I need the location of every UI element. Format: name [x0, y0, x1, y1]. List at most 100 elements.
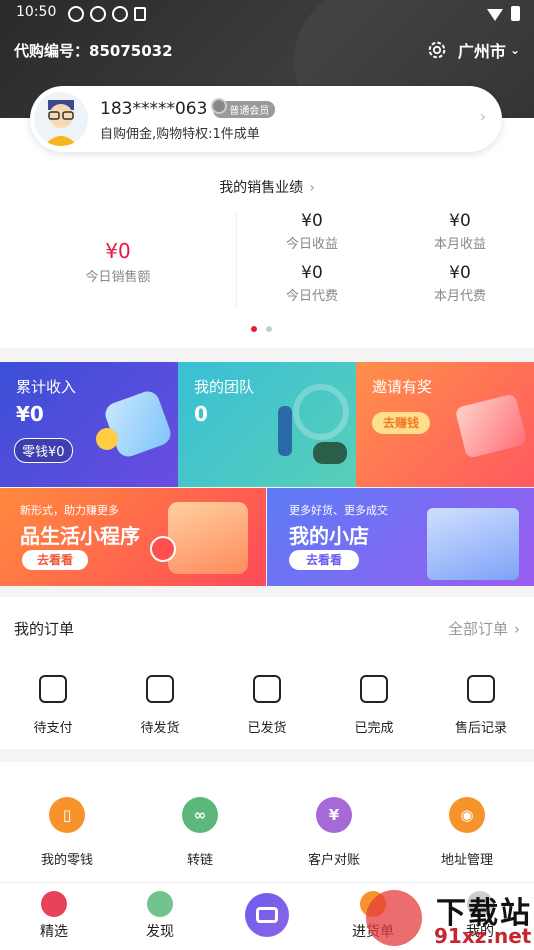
today-sales-label: 今日销售额: [85, 270, 151, 285]
tool-my-balance[interactable]: ▯ 我的零钱: [12, 797, 122, 868]
my-shop-banner[interactable]: 更多好货、更多成交 我的小店 去看看: [267, 488, 534, 586]
diamond-icon: [41, 891, 67, 917]
order-pending-shipment[interactable]: 待发货: [115, 675, 205, 736]
envelope-illustration: [454, 393, 528, 459]
wallet-icon: [39, 675, 67, 703]
order-completed[interactable]: 已完成: [329, 675, 419, 736]
nav-featured[interactable]: 精选: [14, 891, 94, 941]
eye-icon: [147, 891, 173, 917]
order-pending-payment[interactable]: 待支付: [8, 675, 98, 736]
orders-title: 我的订单: [14, 620, 75, 638]
invite-title: 邀请有奖: [372, 378, 433, 396]
status-icons: [68, 6, 152, 22]
status-right-icons: [487, 6, 520, 25]
agent-code-label: 代购编号：: [14, 42, 90, 60]
medal-icon: [211, 97, 228, 114]
shop-title: 我的小店: [289, 524, 369, 548]
tool-convert-link[interactable]: ∞ 转链: [145, 797, 255, 868]
sales-title[interactable]: 我的销售业绩: [219, 180, 303, 196]
order-label[interactable]: 待发货: [140, 721, 179, 736]
stat-value: ¥0: [449, 263, 471, 283]
bill-icon: ¥: [316, 797, 352, 833]
all-orders-link[interactable]: 全部订单 ›: [448, 618, 520, 639]
tool-label[interactable]: 我的零钱: [41, 853, 93, 868]
return-icon: [467, 675, 495, 703]
wallet-illustration: [102, 388, 174, 460]
store-illustration: [427, 508, 519, 580]
chevron-right-icon[interactable]: ›: [480, 107, 486, 126]
notification-icon: [68, 6, 84, 22]
balance-badge[interactable]: 零钱¥0: [14, 438, 73, 463]
watermark-domain: 91xz.net: [434, 924, 532, 948]
all-orders-label[interactable]: 全部订单: [448, 620, 508, 638]
team-tile[interactable]: 我的团队 0: [178, 362, 356, 487]
sales-title-link[interactable]: 我的销售业绩 ›: [0, 177, 534, 197]
watermark-logo: [366, 890, 422, 946]
invite-tile[interactable]: 邀请有奖 去赚钱: [356, 362, 534, 487]
chevron-down-icon: ⌄: [509, 43, 520, 57]
people-illustration: [278, 406, 292, 456]
link-icon: ∞: [182, 797, 218, 833]
order-label[interactable]: 待支付: [33, 721, 72, 736]
order-shipped[interactable]: 已发货: [222, 675, 312, 736]
notification-icon: [112, 6, 128, 22]
stat-value: ¥0: [301, 263, 323, 283]
income-tile[interactable]: 累计收入 ¥0 零钱¥0: [0, 362, 178, 487]
income-value: ¥0: [16, 402, 44, 426]
team-title: 我的团队: [194, 378, 255, 396]
order-label[interactable]: 已完成: [354, 721, 393, 736]
member-level: 普通会员: [229, 105, 270, 117]
nav-label[interactable]: 发现: [146, 924, 174, 940]
income-title: 累计收入: [16, 378, 77, 396]
page-dot-active: [251, 326, 257, 332]
order-after-sales[interactable]: 售后记录: [436, 675, 526, 736]
mini-title: 品生活小程序: [20, 524, 140, 548]
check-icon: [360, 675, 388, 703]
user-desc: 自购佣金,购物特权:1件成单: [100, 127, 260, 142]
city-name[interactable]: 广州市: [458, 38, 506, 62]
link-icon: [150, 536, 176, 562]
mini-sub: 新形式，助力赚更多: [20, 504, 119, 517]
team-value: 0: [194, 402, 208, 426]
wallet-icon: ▯: [49, 797, 85, 833]
stats-divider: [236, 212, 237, 308]
coin-illustration: [96, 428, 118, 450]
tool-label[interactable]: 转链: [187, 853, 213, 868]
user-card[interactable]: 183*****063 普通会员 自购佣金,购物特权:1件成单 ›: [30, 86, 502, 152]
nav-center-button[interactable]: [245, 893, 289, 937]
order-label[interactable]: 售后记录: [455, 721, 507, 736]
earn-button[interactable]: 去赚钱: [372, 412, 430, 434]
stat-label: 今日收益: [285, 237, 338, 252]
phone-illustration: [168, 502, 248, 574]
gear-icon[interactable]: [426, 39, 448, 61]
stat-label: 今日代费: [285, 289, 338, 304]
stat-value: ¥0: [301, 211, 323, 231]
tool-address[interactable]: ◉ 地址管理: [412, 797, 522, 868]
stat-value: ¥0: [449, 211, 471, 231]
tool-label[interactable]: 地址管理: [441, 853, 493, 868]
city-selector[interactable]: 广州市 ⌄: [426, 38, 520, 62]
order-label[interactable]: 已发货: [247, 721, 286, 736]
chevron-right-icon: ›: [514, 620, 520, 638]
tool-customer-bill[interactable]: ¥ 客户对账: [279, 797, 389, 868]
stat-label: 本月收益: [433, 237, 486, 252]
location-icon: ◉: [449, 797, 485, 833]
member-badge: 普通会员: [211, 97, 276, 118]
stat-label: 本月代费: [433, 289, 486, 304]
mini-program-banner[interactable]: 新形式，助力赚更多 品生活小程序 去看看: [0, 488, 266, 586]
avatar[interactable]: [34, 92, 88, 146]
nav-label[interactable]: 精选: [40, 924, 68, 940]
today-sales-value: ¥0: [105, 239, 131, 263]
notification-icon: [90, 6, 106, 22]
shop-icon: [256, 907, 278, 923]
shop-sub: 更多好货、更多成交: [289, 504, 388, 517]
sim-icon: [134, 7, 146, 21]
nav-discover[interactable]: 发现: [120, 891, 200, 941]
tool-label[interactable]: 客户对账: [308, 853, 360, 868]
mini-button[interactable]: 去看看: [22, 550, 88, 570]
chevron-right-icon: ›: [309, 180, 315, 196]
page-dot: [266, 326, 272, 332]
yen-illustration: [293, 384, 349, 440]
shop-button[interactable]: 去看看: [289, 550, 359, 570]
truck-icon: [253, 675, 281, 703]
